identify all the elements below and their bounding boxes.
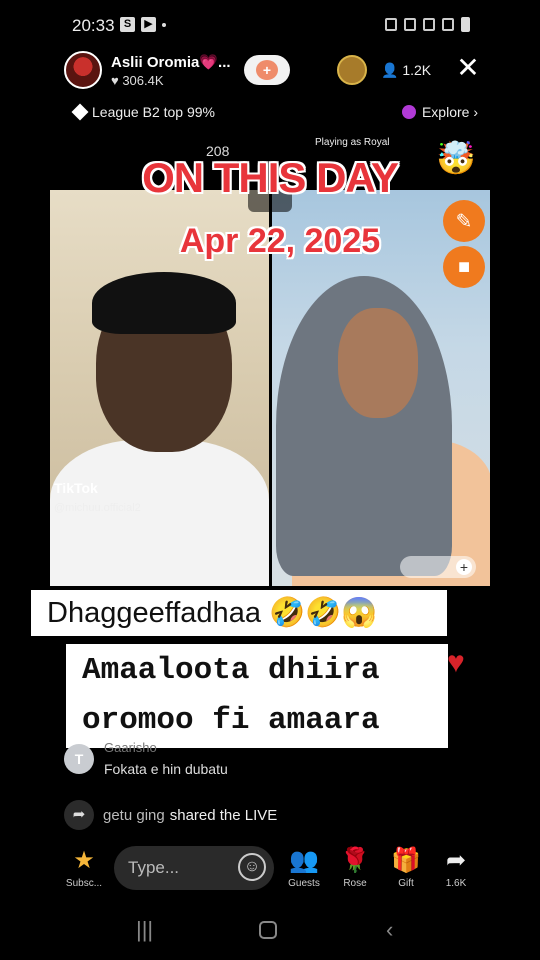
status-icons-right [385,17,470,32]
bottom-toolbar: ★ Subsc... Type... ☺ 👥 Guests 🌹 Rose 🎁 G… [0,840,540,896]
notification-dot-icon [162,22,166,27]
share-arrow-icon: ➦ [64,800,94,830]
watermark-username: @michuu.official2 [54,502,141,514]
share-count: 1.6K [445,878,467,889]
add-icon: + [456,559,472,575]
wifi-icon [423,18,435,31]
share-event: ➦ getu ging shared the LIVE [64,800,277,830]
memory-date: Apr 22, 2025 [179,222,381,260]
recents-icon[interactable]: ||| [136,918,153,942]
guests-icon: 👥 [289,847,319,874]
caption-line-2: Amaaloota dhiira oromoo fi amaara [66,644,448,748]
gift-label: Gift [398,878,414,889]
rose-button[interactable]: 🌹 Rose [330,847,380,890]
signal-icon [442,18,454,31]
share-button[interactable]: ➦ 1.6K [431,847,481,890]
host-info[interactable]: Aslii Oromia💗... ♥ 306.4K [64,50,231,90]
explore-button[interactable]: Explore › [401,104,478,120]
explore-label: Explore › [421,104,478,120]
comment-item[interactable]: T Gaarisho Fokata e hin dubatu [64,740,228,777]
emoji-icon[interactable]: ☺ [238,853,266,881]
home-icon[interactable] [259,921,277,939]
comment-username: Gaarisho [104,740,157,755]
diamond-icon [71,103,89,121]
gift-button[interactable]: 🎁 Gift [381,847,431,890]
mute-icon [404,18,416,31]
tiktok-watermark: TikTok [54,480,98,496]
s-app-icon: S [120,17,135,32]
league-badge[interactable]: League B2 top 99% [71,103,215,121]
comment-avatar[interactable]: T [64,744,94,774]
gift-icon: 🎁 [391,847,421,874]
host-name: Aslii Oromia💗... [111,53,231,71]
host-likes: ♥ 306.4K [111,72,164,88]
host-video-hair [92,272,236,334]
heart-icon: ♥ [447,646,465,679]
on-this-day-title: ON THIS DAY [142,154,399,201]
subscribe-button[interactable]: ★ Subsc... [59,847,109,890]
star-icon: ★ [73,847,95,874]
rose-icon: 🌹 [340,847,370,874]
guests-label: Guests [288,878,320,889]
league-label: League B2 top 99% [92,104,215,120]
comment-input-placeholder: Type... [128,858,180,877]
back-icon[interactable]: ‹ [386,918,393,942]
top-viewer-avatar[interactable] [337,55,367,85]
subscribe-label: Subsc... [65,878,103,889]
status-icons-left: S ▶ [120,17,166,32]
viewer-count[interactable]: 👤 1.2K [381,62,431,79]
battery-icon [461,17,470,32]
status-time: 20:33 [72,16,115,35]
share-icon: ➦ [445,847,467,874]
status-bar: 20:33 S ▶ [0,0,540,52]
guest-video-face [338,308,418,418]
caption-line-1: Dhaggeeffadhaa 🤣🤣😱 [31,590,447,636]
rose-label: Rose [343,878,367,889]
host-avatar[interactable] [64,51,102,89]
follow-button[interactable]: + [244,55,290,85]
comment-text: Fokata e hin dubatu [104,761,228,777]
guest-reaction-chip[interactable]: + [400,556,476,578]
share-action-text: shared the LIVE [169,806,278,824]
android-nav-bar: ||| ‹ [0,910,540,950]
follow-plus-icon: + [256,60,278,80]
guests-button[interactable]: 👥 Guests [279,847,329,890]
share-username: getu ging [103,806,165,824]
close-button[interactable]: ✕ [454,54,482,82]
key-icon [385,18,397,31]
explore-icon [401,105,416,119]
youtube-icon: ▶ [141,17,156,32]
playing-as-label: Playing as Royal [315,137,390,148]
comment-input[interactable]: Type... ☺ [114,846,274,890]
